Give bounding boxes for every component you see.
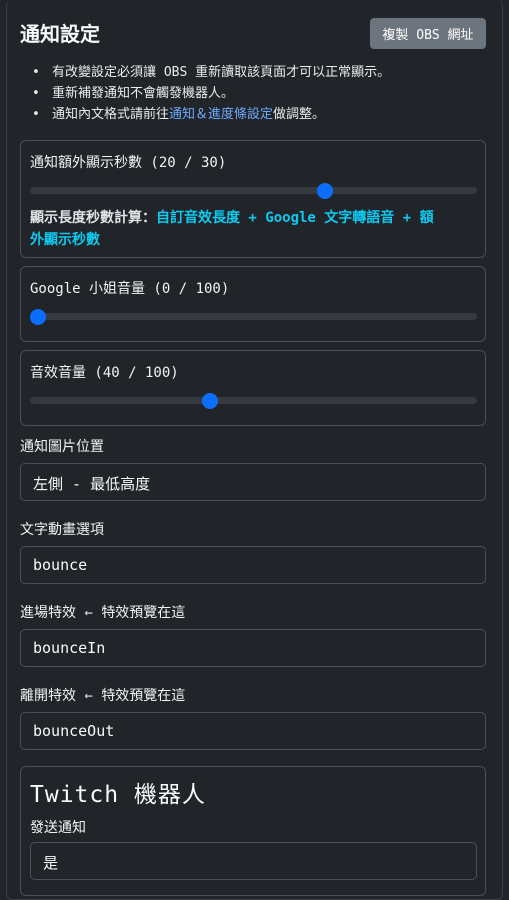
page-title: 通知設定 [20, 22, 100, 46]
sfx-volume-group: 音效音量 (40 / 100) [20, 350, 486, 426]
text-animation-select[interactable]: bounce [20, 546, 486, 584]
google-volume-label: Google 小姐音量 (0 / 100) [30, 281, 230, 297]
text-animation-label: 文字動畫選項 [20, 522, 104, 538]
extra-seconds-slider[interactable] [30, 182, 477, 199]
note-text: 通知內文格式請前往 [52, 107, 170, 122]
exit-effect-preview[interactable]: 特效預覽在這 [101, 688, 185, 704]
slider-thumb[interactable] [30, 308, 46, 325]
image-position-select[interactable]: 左側 - 最低高度 [20, 463, 486, 501]
notes-list: 有改變設定必須讓 OBS 重新讀取該頁面才可以正常顯示。 重新補發通知不會觸發機… [32, 62, 390, 125]
note-item: 有改變設定必須讓 OBS 重新讀取該頁面才可以正常顯示。 [32, 62, 390, 83]
sfx-volume-label: 音效音量 (40 / 100) [30, 365, 179, 381]
slider-thumb[interactable] [317, 182, 334, 199]
exit-effect-select[interactable]: bounceOut [20, 712, 486, 750]
image-position-label: 通知圖片位置 [20, 439, 104, 455]
enter-effect-label: 進場特效 ← 特效預覽在這 [20, 602, 185, 622]
enter-effect-preview[interactable]: 特效預覽在這 [101, 605, 185, 621]
left-arrow-icon: ← [84, 605, 93, 621]
calc-formula-cont: 外顯示秒數 [30, 232, 100, 248]
google-volume-group: Google 小姐音量 (0 / 100) [20, 266, 486, 342]
extra-seconds-group: 通知額外顯示秒數 (20 / 30) 顯示長度秒數計算：自訂音效長度 + Goo… [20, 140, 486, 258]
copy-obs-url-button[interactable]: 複製 OBS 網址 [370, 18, 486, 49]
sfx-volume-slider[interactable] [30, 392, 477, 409]
extra-seconds-label: 通知額外顯示秒數 (20 / 30) [30, 155, 227, 171]
twitch-bot-title: Twitch 機器人 [30, 782, 206, 808]
calc-prefix: 顯示長度秒數計算： [30, 210, 156, 226]
google-volume-slider[interactable] [30, 308, 477, 325]
enter-effect-select[interactable]: bounceIn [20, 629, 486, 667]
notification-settings-link[interactable]: 通知＆進度條設定 [169, 107, 273, 122]
left-arrow-icon: ← [84, 688, 93, 704]
send-notification-select[interactable]: 是 [30, 842, 477, 880]
exit-effect-text: 離開特效 [20, 688, 76, 704]
twitch-bot-group: Twitch 機器人 發送通知 是 [20, 766, 486, 896]
send-notification-label: 發送通知 [30, 820, 86, 836]
note-item: 通知內文格式請前往通知＆進度條設定做調整。 [32, 104, 390, 125]
note-item: 重新補發通知不會觸發機器人。 [32, 83, 390, 104]
note-text: 做調整。 [273, 107, 326, 122]
slider-thumb[interactable] [202, 392, 219, 409]
exit-effect-label: 離開特效 ← 特效預覽在這 [20, 685, 185, 705]
duration-calc-text: 顯示長度秒數計算：自訂音效長度 + Google 文字轉語音 + 額外顯示秒數 [30, 207, 476, 251]
calc-formula: 自訂音效長度 + Google 文字轉語音 + 額 [156, 210, 434, 226]
enter-effect-text: 進場特效 [20, 605, 76, 621]
